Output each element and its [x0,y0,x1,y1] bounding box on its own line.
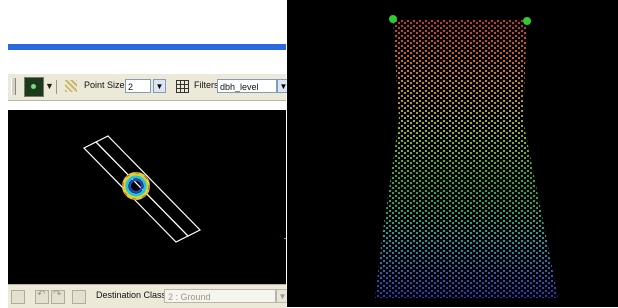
destination-class-select[interactable]: 2 : Ground [164,289,276,303]
profile-view-viewport[interactable] [287,0,618,307]
redo-icon[interactable] [51,289,65,304]
tool-icon[interactable] [11,290,25,304]
top-toolbar: ▼ Point Size: 2 ▼ Filters: dbh_level ▼ [8,74,290,101]
classify-icon[interactable] [72,290,86,304]
trunk-cross-section [122,172,150,200]
chevron-down-icon[interactable]: ▼ [45,77,54,95]
control-point-left[interactable] [389,15,397,23]
plan-view-viewport[interactable] [8,110,286,284]
filters-select[interactable]: dbh_level [217,79,277,93]
points-icon[interactable] [62,77,80,95]
undo-icon[interactable] [35,289,49,304]
point-cloud-icon[interactable] [24,77,44,97]
control-point-right[interactable] [523,17,531,25]
point-size-label: Point Size: [84,80,128,90]
window-title-bar [8,44,286,50]
destination-class-label: Destination Class: [96,290,169,300]
edge-marker [284,238,286,239]
left-window: ▼ Point Size: 2 ▼ Filters: dbh_level ▼ ↶… [0,0,290,308]
bottom-toolbar: Destination Class: 2 : Ground ▼ [8,284,289,308]
toolbar-grip[interactable] [11,78,16,95]
toolbar-separator [56,80,57,94]
grid-icon[interactable] [173,77,191,95]
point-cloud [375,20,558,298]
point-size-select[interactable]: 2 [125,79,151,93]
point-size-dropdown-button[interactable]: ▼ [153,79,166,93]
